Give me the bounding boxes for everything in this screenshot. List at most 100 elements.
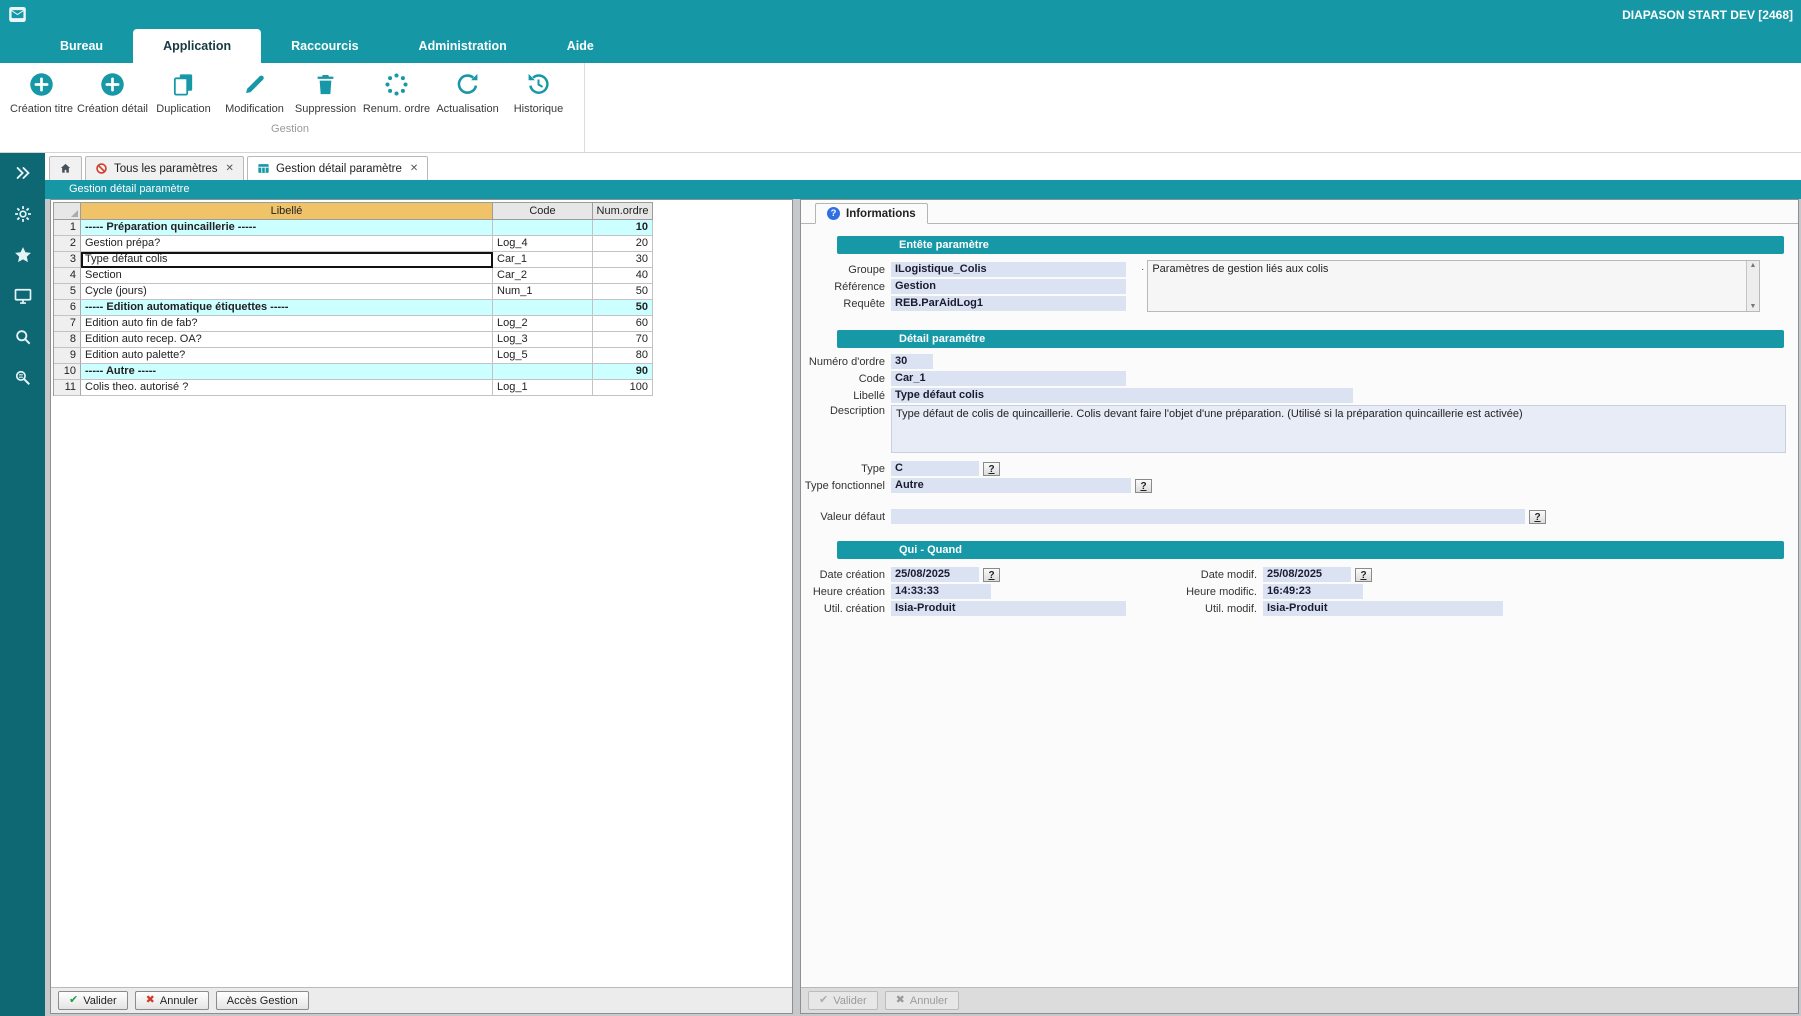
field-date-modif[interactable]: 25/08/2025 [1263,567,1351,582]
cell-libelle[interactable]: ----- Edition automatique étiquettes ---… [81,300,493,316]
advanced-search-button[interactable] [13,368,33,388]
cell-libelle[interactable]: Cycle (jours) [81,284,493,300]
type-help-button[interactable] [983,462,1000,476]
row-number[interactable]: 10 [54,364,81,380]
scroll-up-icon[interactable] [1750,262,1757,269]
menu-raccourcis[interactable]: Raccourcis [261,29,388,63]
valider-button-disabled[interactable]: Valider [808,991,878,1010]
cell-code[interactable]: Log_5 [493,348,593,364]
menu-bureau[interactable]: Bureau [30,29,133,63]
menu-application[interactable]: Application [133,29,261,63]
menu-aide[interactable]: Aide [537,29,624,63]
cell-libelle[interactable]: Edition auto palette? [81,348,493,364]
entete-note-box[interactable]: Paramètres de gestion liés aux colis [1147,260,1760,312]
cell-code[interactable]: Num_1 [493,284,593,300]
cell-ordre[interactable]: 70 [593,332,653,348]
row-number[interactable]: 9 [54,348,81,364]
cell-code[interactable]: Log_2 [493,316,593,332]
cell-code[interactable]: Log_4 [493,236,593,252]
monitor-button[interactable] [13,286,33,306]
column-header-code[interactable]: Code [493,203,593,220]
field-type-fonctionnel[interactable]: Autre [891,478,1131,493]
cell-libelle[interactable]: Edition auto fin de fab? [81,316,493,332]
cell-code[interactable]: Log_3 [493,332,593,348]
field-groupe[interactable]: ILogistique_Colis [891,262,1126,277]
field-util-creation[interactable]: Isia-Produit [891,601,1126,616]
cell-libelle[interactable]: Edition auto recep. OA? [81,332,493,348]
cell-ordre[interactable]: 10 [593,220,653,236]
row-number[interactable]: 2 [54,236,81,252]
cell-ordre[interactable]: 60 [593,316,653,332]
close-icon[interactable] [226,163,234,174]
valider-button[interactable]: Valider [58,991,128,1010]
actualisation-button[interactable]: Actualisation [432,68,503,115]
cell-ordre[interactable]: 50 [593,284,653,300]
row-number[interactable]: 7 [54,316,81,332]
field-valeur-defaut[interactable] [891,509,1525,524]
menu-administration[interactable]: Administration [389,29,537,63]
renum-ordre-button[interactable]: Renum. ordre [361,68,432,115]
acces-gestion-button[interactable]: Accès Gestion [216,991,309,1010]
search-button[interactable] [13,327,33,347]
row-number[interactable]: 11 [54,380,81,396]
scroll-down-icon[interactable] [1750,303,1757,310]
cell-ordre[interactable]: 30 [593,252,653,268]
tab-gestion-detail-parametre[interactable]: Gestion détail paramètre [247,156,428,180]
field-numero-ordre[interactable]: 30 [891,354,933,369]
column-header-libelle[interactable]: Libellé [81,203,493,220]
cell-ordre[interactable]: 100 [593,380,653,396]
date-creation-help-button[interactable] [983,568,1000,582]
cell-code[interactable]: Car_1 [493,252,593,268]
note-scrollbar[interactable] [1746,261,1759,311]
cell-libelle[interactable]: Colis theo. autorisé ? [81,380,493,396]
table-corner-header[interactable] [54,203,81,220]
settings-button[interactable] [13,204,33,224]
tab-home[interactable] [49,156,82,180]
cell-code[interactable] [493,364,593,380]
cell-ordre[interactable]: 50 [593,300,653,316]
column-header-ordre[interactable]: Num.ordre [593,203,653,220]
row-number[interactable]: 4 [54,268,81,284]
creation-titre-button[interactable]: Création titre [6,68,77,115]
row-number[interactable]: 6 [54,300,81,316]
tab-informations[interactable]: Informations [815,203,928,224]
tab-tous-les-parametres[interactable]: Tous les paramètres [85,156,244,180]
cell-code[interactable] [493,300,593,316]
creation-detail-button[interactable]: Création détail [77,68,148,115]
suppression-button[interactable]: Suppression [290,68,361,115]
row-number[interactable]: 1 [54,220,81,236]
field-description[interactable]: Type défaut de colis de quincaillerie. C… [891,405,1786,453]
duplication-button[interactable]: Duplication [148,68,219,115]
cell-code[interactable]: Log_1 [493,380,593,396]
row-number[interactable]: 5 [54,284,81,300]
cell-libelle[interactable]: Section [81,268,493,284]
favorites-button[interactable] [13,245,33,265]
close-icon[interactable] [410,163,418,174]
field-util-modif[interactable]: Isia-Produit [1263,601,1503,616]
date-modif-help-button[interactable] [1355,568,1372,582]
expand-button[interactable] [13,163,33,183]
field-type[interactable]: C [891,461,979,476]
historique-button[interactable]: Historique [503,68,574,115]
type-fonctionnel-help-button[interactable] [1135,479,1152,493]
field-heure-creation[interactable]: 14:33:33 [891,584,991,599]
field-requete[interactable]: REB.ParAidLog1 [891,296,1126,311]
field-code[interactable]: Car_1 [891,371,1126,386]
annuler-button-disabled[interactable]: Annuler [885,991,959,1010]
cell-code[interactable] [493,220,593,236]
field-reference[interactable]: Gestion [891,279,1126,294]
cell-libelle[interactable]: ----- Préparation quincaillerie ----- [81,220,493,236]
cell-libelle[interactable]: Type défaut colis [81,252,493,268]
cell-ordre[interactable]: 80 [593,348,653,364]
cell-code[interactable]: Car_2 [493,268,593,284]
cell-ordre[interactable]: 20 [593,236,653,252]
valeur-defaut-help-button[interactable] [1529,510,1546,524]
field-heure-modif[interactable]: 16:49:23 [1263,584,1363,599]
row-number[interactable]: 3 [54,252,81,268]
cell-libelle[interactable]: ----- Autre ----- [81,364,493,380]
cell-ordre[interactable]: 90 [593,364,653,380]
annuler-button[interactable]: Annuler [135,991,209,1010]
modification-button[interactable]: Modification [219,68,290,115]
row-number[interactable]: 8 [54,332,81,348]
cell-ordre[interactable]: 40 [593,268,653,284]
